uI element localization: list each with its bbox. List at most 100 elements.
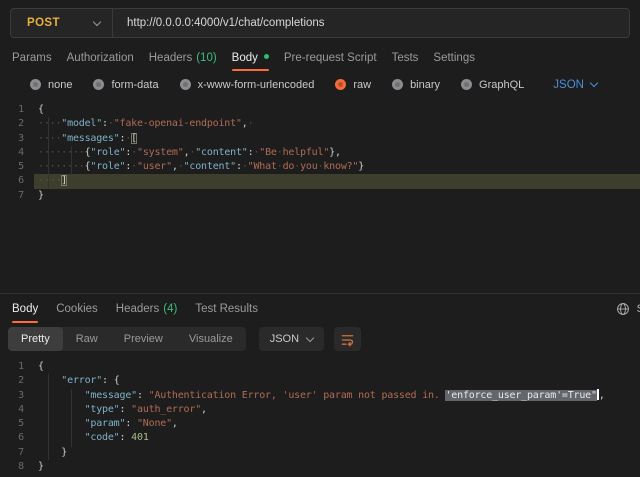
view-preview[interactable]: Preview: [111, 327, 176, 351]
line-number: 3: [0, 132, 34, 146]
code-line[interactable]: 2 "error": {: [0, 374, 640, 388]
code-line[interactable]: 5········{"role":·"user",·"content":·"Wh…: [0, 160, 640, 174]
word-wrap-button[interactable]: [334, 327, 361, 351]
body-type-row: none form-data x-www-form-urlencoded raw…: [0, 71, 640, 98]
view-label: Raw: [76, 333, 98, 345]
radio-icon: [180, 79, 191, 90]
code-line[interactable]: 5 "param": "None",: [0, 417, 640, 431]
response-tab-body[interactable]: Body: [12, 294, 38, 323]
format-label: JSON: [553, 79, 584, 91]
code-text: "message": "Authentication Error, 'user'…: [34, 389, 640, 403]
response-format-dropdown[interactable]: JSON: [259, 327, 324, 351]
body-type-raw[interactable]: raw: [335, 79, 371, 91]
view-label: Preview: [124, 333, 163, 345]
line-number: 4: [0, 403, 34, 417]
tab-pre-request-script[interactable]: Pre-request Script: [284, 44, 377, 71]
code-text: {: [34, 360, 640, 374]
tab-headers[interactable]: Headers(10): [149, 44, 217, 71]
chevron-down-icon: [93, 17, 101, 25]
code-line[interactable]: 6····]: [0, 174, 640, 188]
code-line[interactable]: 7}: [0, 189, 640, 203]
tab-tests[interactable]: Tests: [392, 44, 419, 71]
code-line[interactable]: 4········{"role":·"system",·"content":·"…: [0, 146, 640, 160]
raw-format-dropdown[interactable]: JSON: [553, 79, 597, 91]
body-type-graphql[interactable]: GraphQL: [461, 79, 524, 91]
radio-icon: [93, 79, 104, 90]
request-tabs: Params Authorization Headers(10) Body Pr…: [0, 44, 640, 71]
view-label: Visualize: [189, 333, 233, 345]
line-number: 2: [0, 117, 34, 131]
code-line[interactable]: 6 "code": 401: [0, 431, 640, 445]
code-line[interactable]: 2····"model":·"fake-openai-endpoint",·: [0, 117, 640, 131]
tab-label: Settings: [433, 52, 475, 64]
code-line[interactable]: 7 }: [0, 446, 640, 460]
indent-guide: [71, 146, 72, 175]
code-text: ········{"role":·"system",·"content":·"B…: [34, 146, 640, 160]
tab-label: Pre-request Script: [284, 52, 377, 64]
tab-body[interactable]: Body: [232, 44, 269, 71]
line-number: 8: [0, 460, 34, 474]
response-tab-cookies[interactable]: Cookies: [56, 294, 98, 323]
url-text: http://0.0.0.0:4000/v1/chat/completions: [127, 17, 325, 29]
line-number: 7: [0, 446, 34, 460]
method-dropdown[interactable]: POST: [11, 9, 113, 37]
body-type-x-www-form-urlencoded[interactable]: x-www-form-urlencoded: [180, 79, 315, 91]
line-number: 5: [0, 160, 34, 174]
chevron-down-icon: [590, 79, 598, 87]
code-line[interactable]: 3····"messages":·[: [0, 132, 640, 146]
code-line[interactable]: 8}: [0, 460, 640, 474]
selected-text: 'enforce_user_param'=True": [445, 390, 596, 401]
code-line[interactable]: 1{: [0, 103, 640, 117]
line-number: 6: [0, 174, 34, 188]
body-type-form-data[interactable]: form-data: [93, 79, 158, 91]
tab-label: Body: [12, 303, 38, 315]
tab-label: Authorization: [67, 52, 134, 64]
indent-guide: [71, 389, 72, 447]
request-url-row: POST http://0.0.0.0:4000/v1/chat/complet…: [0, 0, 640, 44]
indent-guide: [48, 374, 49, 460]
code-line[interactable]: 1{: [0, 360, 640, 374]
globe-icon[interactable]: [616, 302, 630, 316]
word-wrap-icon: [340, 332, 355, 347]
code-text: "type": "auth_error",: [34, 403, 640, 417]
radio-icon: [461, 79, 472, 90]
code-line[interactable]: 4 "type": "auth_error",: [0, 403, 640, 417]
indent-guide: [48, 117, 49, 189]
view-pretty[interactable]: Pretty: [8, 327, 63, 351]
radio-icon: [30, 79, 41, 90]
format-label: JSON: [270, 333, 299, 345]
code-text: {: [34, 103, 640, 117]
code-line[interactable]: 3 "message": "Authentication Error, 'use…: [0, 389, 640, 403]
radio-icon: [392, 79, 403, 90]
code-text: }: [34, 460, 640, 474]
code-text: "error": {: [34, 374, 640, 388]
response-tab-headers[interactable]: Headers(4): [116, 294, 178, 323]
view-label: Pretty: [21, 333, 50, 345]
body-type-none[interactable]: none: [30, 79, 72, 91]
line-number: 4: [0, 146, 34, 160]
request-body-editor[interactable]: 1{2····"model":·"fake-openai-endpoint",·…: [0, 98, 640, 293]
code-text: ····"model":·"fake-openai-endpoint",·: [34, 117, 640, 131]
response-body-editor[interactable]: 1{2 "error": {3 "message": "Authenticati…: [0, 356, 640, 477]
response-tab-test-results[interactable]: Test Results: [195, 294, 258, 323]
status-label-clipped: S: [637, 303, 640, 315]
tab-label: Test Results: [195, 303, 258, 315]
tab-params[interactable]: Params: [12, 44, 52, 71]
view-raw[interactable]: Raw: [63, 327, 111, 351]
chevron-down-icon: [306, 333, 314, 341]
tab-label: Cookies: [56, 303, 98, 315]
view-visualize[interactable]: Visualize: [176, 327, 246, 351]
code-text: ····"messages":·[: [34, 132, 640, 146]
tab-label: Headers: [149, 52, 192, 64]
body-type-binary[interactable]: binary: [392, 79, 440, 91]
url-input[interactable]: http://0.0.0.0:4000/v1/chat/completions: [113, 9, 629, 37]
tab-authorization[interactable]: Authorization: [67, 44, 134, 71]
code-text: }: [34, 446, 640, 460]
response-toolbar: Pretty Raw Preview Visualize JSON: [8, 327, 640, 351]
response-section: Body Cookies Headers(4) Test Results S P…: [0, 293, 640, 477]
tab-label: Headers: [116, 303, 159, 315]
tab-label: Tests: [392, 52, 419, 64]
code-text: "code": 401: [34, 431, 640, 445]
tab-settings[interactable]: Settings: [433, 44, 475, 71]
view-switcher: Pretty Raw Preview Visualize: [8, 327, 246, 351]
